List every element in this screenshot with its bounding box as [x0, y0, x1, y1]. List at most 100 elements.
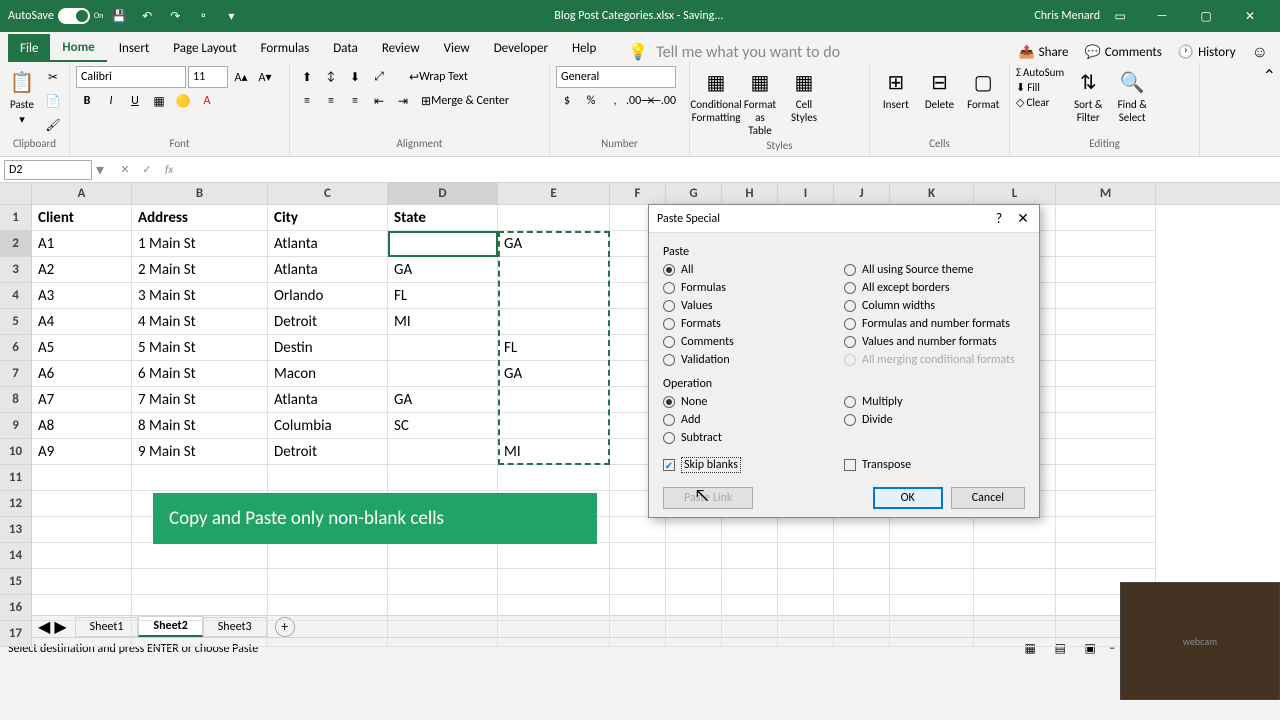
increase-decimal-icon[interactable]: .00→ [628, 90, 650, 112]
username[interactable]: Chris Menard [1034, 9, 1100, 23]
cell-B14[interactable] [132, 543, 268, 569]
radio-comments[interactable]: Comments [663, 335, 844, 349]
tab-review[interactable]: Review [370, 34, 432, 62]
format-painter-icon[interactable]: 🖌 [42, 114, 64, 136]
row-header-2[interactable]: 2 [0, 231, 31, 257]
tab-view[interactable]: View [432, 34, 482, 62]
row-header-3[interactable]: 3 [0, 257, 31, 283]
clear-button[interactable]: ◇ Clear [1016, 96, 1064, 109]
cell-C7[interactable]: Macon [268, 361, 388, 387]
decrease-font-icon[interactable]: A▾ [254, 66, 276, 88]
row-header-12[interactable]: 12 [0, 491, 31, 517]
cell-K15[interactable] [890, 569, 974, 595]
cell-C11[interactable] [268, 465, 388, 491]
row-header-13[interactable]: 13 [0, 517, 31, 543]
cell-L17[interactable] [974, 621, 1056, 647]
cell-M6[interactable] [1056, 335, 1156, 361]
tab-insert[interactable]: Insert [107, 34, 162, 62]
cell-B11[interactable] [132, 465, 268, 491]
radio-values-numfmt[interactable]: Values and number formats [844, 335, 1025, 349]
cell-H16[interactable] [722, 595, 778, 621]
cell-I14[interactable] [778, 543, 834, 569]
cell-M4[interactable] [1056, 283, 1156, 309]
cell-E15[interactable] [498, 569, 610, 595]
currency-icon[interactable]: $ [556, 90, 578, 112]
radio-all[interactable]: All [663, 263, 844, 277]
cell-A9[interactable]: A8 [32, 413, 132, 439]
cell-C2[interactable]: Atlanta [268, 231, 388, 257]
cell-H15[interactable] [722, 569, 778, 595]
font-color-button[interactable]: A [196, 90, 218, 112]
align-center-icon[interactable]: ≡ [320, 90, 342, 112]
cell-C9[interactable]: Columbia [268, 413, 388, 439]
align-bottom-icon[interactable]: ⬇ [344, 66, 366, 88]
checkbox-skip-blanks[interactable]: Skip blanks [663, 457, 844, 473]
cell-K13[interactable] [890, 517, 974, 543]
cell-A11[interactable] [32, 465, 132, 491]
cell-I17[interactable] [778, 621, 834, 647]
align-middle-icon[interactable]: ↕ [320, 66, 342, 88]
cell-L14[interactable] [974, 543, 1056, 569]
cell-E4[interactable] [498, 283, 610, 309]
find-select-button[interactable]: 🔍Find & Select [1112, 66, 1152, 126]
conditional-formatting-button[interactable]: ▦Conditional Formatting [696, 66, 736, 126]
cell-D11[interactable] [388, 465, 498, 491]
insert-cells-button[interactable]: ⊞Insert [876, 66, 916, 113]
cell-D16[interactable] [388, 595, 498, 621]
row-header-17[interactable]: 17 [0, 621, 31, 647]
cell-D1[interactable]: State [388, 205, 498, 231]
cell-G14[interactable] [666, 543, 722, 569]
collapse-ribbon-icon[interactable]: ⌃ [1263, 66, 1276, 86]
col-header-G[interactable]: G [666, 183, 722, 204]
cell-H14[interactable] [722, 543, 778, 569]
namebox-dropdown-icon[interactable]: ▾ [92, 160, 108, 180]
cell-C8[interactable]: Atlanta [268, 387, 388, 413]
cell-B3[interactable]: 2 Main St [132, 257, 268, 283]
cell-D14[interactable] [388, 543, 498, 569]
cell-E8[interactable] [498, 387, 610, 413]
font-size-combo[interactable] [188, 66, 228, 88]
autosave-toggle[interactable] [58, 8, 90, 24]
radio-op-none[interactable]: None [663, 395, 844, 409]
tab-help[interactable]: Help [560, 34, 608, 62]
name-box[interactable] [4, 160, 92, 180]
cell-M9[interactable] [1056, 413, 1156, 439]
radio-op-multiply[interactable]: Multiply [844, 395, 1025, 409]
cell-M7[interactable] [1056, 361, 1156, 387]
cell-E17[interactable] [498, 621, 610, 647]
radio-source-theme[interactable]: All using Source theme [844, 263, 1025, 277]
fill-button[interactable]: ⬇ Fill [1016, 81, 1064, 94]
cell-M1[interactable] [1056, 205, 1156, 231]
border-button[interactable]: ▦ [148, 90, 170, 112]
align-left-icon[interactable]: ≡ [296, 90, 318, 112]
cell-A10[interactable]: A9 [32, 439, 132, 465]
cell-C6[interactable]: Destin [268, 335, 388, 361]
cell-K17[interactable] [890, 621, 974, 647]
bold-button[interactable]: B [76, 90, 98, 112]
cell-D9[interactable]: SC [388, 413, 498, 439]
cell-A12[interactable] [32, 491, 132, 517]
radio-formats[interactable]: Formats [663, 317, 844, 331]
col-header-I[interactable]: I [778, 183, 834, 204]
cell-C3[interactable]: Atlanta [268, 257, 388, 283]
cell-A17[interactable] [32, 621, 132, 647]
format-cells-button[interactable]: ▢Format [963, 66, 1003, 113]
ok-button[interactable]: OK [873, 487, 943, 509]
cell-D4[interactable]: FL [388, 283, 498, 309]
sort-filter-button[interactable]: ⇅Sort & Filter [1068, 66, 1108, 126]
cell-C14[interactable] [268, 543, 388, 569]
cell-H17[interactable] [722, 621, 778, 647]
row-header-7[interactable]: 7 [0, 361, 31, 387]
cell-J16[interactable] [834, 595, 890, 621]
cell-E16[interactable] [498, 595, 610, 621]
cell-C4[interactable]: Orlando [268, 283, 388, 309]
cell-D7[interactable] [388, 361, 498, 387]
redo-icon[interactable]: ↷ [163, 4, 187, 28]
cell-styles-button[interactable]: ▦Cell Styles [784, 66, 824, 126]
minimize-icon[interactable]: — [1140, 0, 1184, 32]
cell-A5[interactable]: A4 [32, 309, 132, 335]
cell-C5[interactable]: Detroit [268, 309, 388, 335]
cell-L13[interactable] [974, 517, 1056, 543]
col-header-J[interactable]: J [834, 183, 890, 204]
cell-H13[interactable] [722, 517, 778, 543]
